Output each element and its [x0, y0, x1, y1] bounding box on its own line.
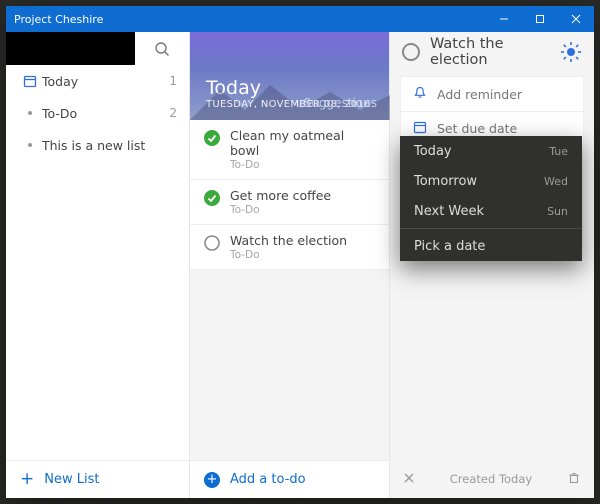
sidebar-item-label: Today: [42, 74, 169, 89]
titlebar: Project Cheshire: [6, 6, 594, 32]
close-button[interactable]: [558, 6, 594, 32]
task-row[interactable]: Clean my oatmeal bowl To-Do: [190, 120, 389, 180]
due-option-label: Next Week: [414, 204, 547, 219]
new-list-label: New List: [44, 472, 99, 487]
add-todo-button[interactable]: + Add a to-do: [190, 460, 389, 498]
due-date-popup: Today Tue Tomorrow Wed Next Week Sun Pic…: [400, 136, 582, 261]
window-title: Project Cheshire: [14, 13, 103, 26]
sidebar-item-count: 1: [169, 74, 177, 88]
search-button[interactable]: [135, 32, 189, 65]
task-row[interactable]: Get more coffee To-Do: [190, 180, 389, 225]
suggestions-button[interactable]: Suggestions: [304, 96, 377, 110]
sidebar-item-count: 2: [169, 106, 177, 120]
main-panel: Today TUESDAY, NOVEMBER 08, 2016 Suggest…: [190, 32, 390, 498]
add-todo-label: Add a to-do: [230, 472, 306, 487]
bullet-icon: [18, 143, 42, 147]
hide-detail-button[interactable]: [404, 472, 414, 486]
due-option-tomorrow[interactable]: Tomorrow Wed: [400, 166, 582, 196]
detail-title[interactable]: Watch the election: [430, 36, 550, 68]
add-reminder-button[interactable]: Add reminder: [401, 77, 583, 111]
due-option-today[interactable]: Today Tue: [400, 136, 582, 166]
my-day-icon[interactable]: [560, 41, 582, 63]
task-name: Get more coffee: [230, 188, 331, 203]
calendar-icon: [413, 120, 427, 137]
due-option-pick-date[interactable]: Pick a date: [400, 231, 582, 261]
task-list: To-Do: [230, 204, 331, 216]
checkmark-done-icon[interactable]: [204, 130, 220, 146]
due-option-day: Tue: [549, 145, 568, 158]
set-due-date-label: Set due date: [437, 121, 517, 136]
popup-divider: [400, 228, 582, 229]
due-option-next-week[interactable]: Next Week Sun: [400, 196, 582, 226]
created-label: Created Today: [414, 472, 568, 486]
sidebar: Today 1 To-Do 2 This is a new list + New…: [6, 32, 190, 498]
detail-panel: Watch the election Add reminder Set due …: [390, 32, 594, 498]
sidebar-item-custom-list[interactable]: This is a new list: [6, 129, 189, 161]
sidebar-item-today[interactable]: Today 1: [6, 65, 189, 97]
checkmark-done-icon[interactable]: [204, 190, 220, 206]
task-name: Watch the election: [230, 233, 347, 248]
maximize-button[interactable]: [522, 6, 558, 32]
sidebar-item-label: To-Do: [42, 106, 169, 121]
due-option-day: Wed: [544, 175, 568, 188]
task-complete-toggle[interactable]: [402, 43, 420, 61]
delete-task-button[interactable]: [568, 472, 580, 487]
plus-circle-icon: +: [204, 472, 220, 488]
due-option-day: Sun: [547, 205, 568, 218]
plus-icon: +: [20, 471, 34, 488]
task-list: To-Do: [230, 249, 347, 261]
due-option-label: Pick a date: [414, 239, 568, 254]
calendar-today-icon: [18, 74, 42, 88]
hero: Today TUESDAY, NOVEMBER 08, 2016 Suggest…: [190, 32, 389, 120]
due-option-label: Tomorrow: [414, 174, 544, 189]
account-block: [6, 32, 135, 65]
due-option-label: Today: [414, 144, 549, 159]
task-list: To-Do: [230, 159, 375, 171]
new-list-button[interactable]: + New List: [6, 460, 189, 498]
task-row[interactable]: Watch the election To-Do: [190, 225, 389, 270]
add-reminder-label: Add reminder: [437, 87, 522, 102]
search-icon: [154, 41, 170, 57]
sidebar-item-todo[interactable]: To-Do 2: [6, 97, 189, 129]
bell-icon: [413, 86, 427, 103]
sidebar-item-label: This is a new list: [42, 138, 177, 153]
minimize-button[interactable]: [486, 6, 522, 32]
task-name: Clean my oatmeal bowl: [230, 128, 375, 158]
bullet-icon: [18, 111, 42, 115]
checkmark-empty-icon[interactable]: [204, 235, 220, 251]
